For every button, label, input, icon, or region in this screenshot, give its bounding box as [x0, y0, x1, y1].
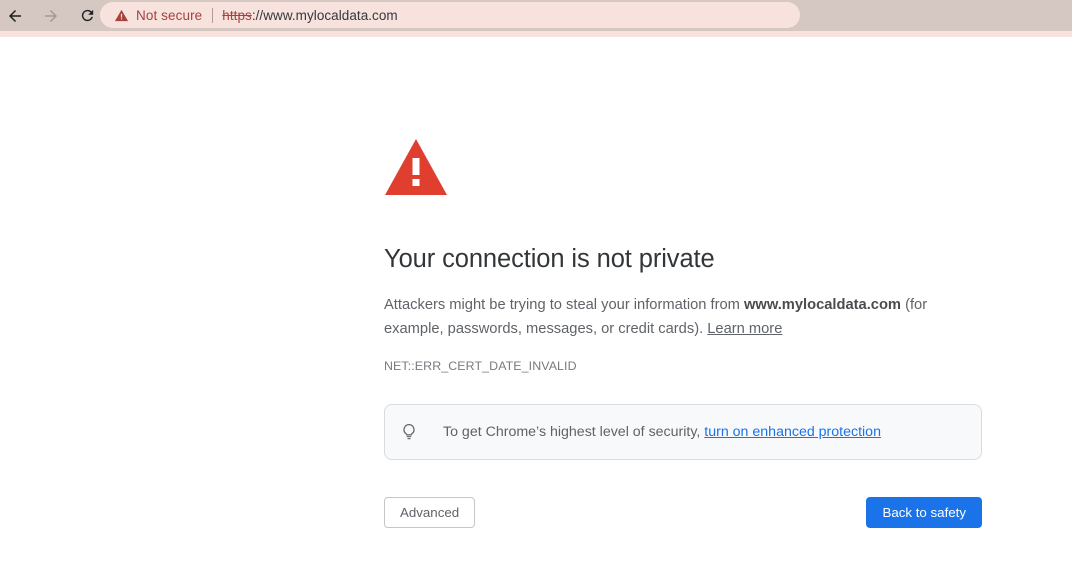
- ssl-interstitial: Your connection is not private Attackers…: [384, 37, 984, 529]
- error-triangle-icon: [385, 139, 447, 195]
- not-secure-label: Not secure: [136, 7, 203, 23]
- forward-button[interactable]: [36, 1, 66, 31]
- forward-arrow-icon: [45, 9, 57, 22]
- reload-icon: [81, 9, 93, 22]
- url-scheme-struck: https: [222, 7, 252, 23]
- lightbulb-icon: [397, 420, 421, 444]
- turn-on-enhanced-protection-link[interactable]: turn on enhanced protection: [704, 424, 881, 440]
- affected-hostname: www.mylocaldata.com: [744, 297, 901, 314]
- back-arrow-icon: [9, 9, 21, 22]
- omnibox-divider: [212, 7, 214, 23]
- description-before-host: Attackers might be trying to steal your …: [384, 297, 744, 314]
- back-button[interactable]: [0, 1, 30, 31]
- lightbulb-glyph: [403, 424, 415, 440]
- not-secure-warning-icon[interactable]: [114, 8, 129, 23]
- button-row: Advanced Back to safety: [384, 497, 982, 529]
- reload-button[interactable]: [72, 1, 102, 31]
- back-to-safety-button[interactable]: Back to safety: [866, 497, 982, 529]
- enhanced-protection-callout: To get Chrome’s highest level of securit…: [384, 404, 982, 461]
- page-title: Your connection is not private: [384, 245, 715, 273]
- triangle-warning-icon: [114, 9, 129, 21]
- error-code: NET::ERR_CERT_DATE_INVALID: [384, 359, 577, 374]
- omnibox-url[interactable]: https://www.mylocaldata.com: [222, 8, 397, 23]
- omnibox[interactable]: Not secure https://www.mylocaldata.com: [100, 2, 800, 28]
- error-description: Attackers might be trying to steal your …: [384, 276, 964, 341]
- learn-more-link[interactable]: Learn more: [707, 321, 782, 337]
- url-host-path: ://www.mylocaldata.com: [251, 7, 398, 23]
- browser-toolbar: Not secure https://www.mylocaldata.com: [0, 0, 1072, 31]
- advanced-button[interactable]: Advanced: [384, 497, 476, 529]
- enhanced-protection-sentence: To get Chrome’s highest level of securit…: [443, 424, 705, 441]
- enhanced-protection-text: To get Chrome’s highest level of securit…: [443, 422, 881, 442]
